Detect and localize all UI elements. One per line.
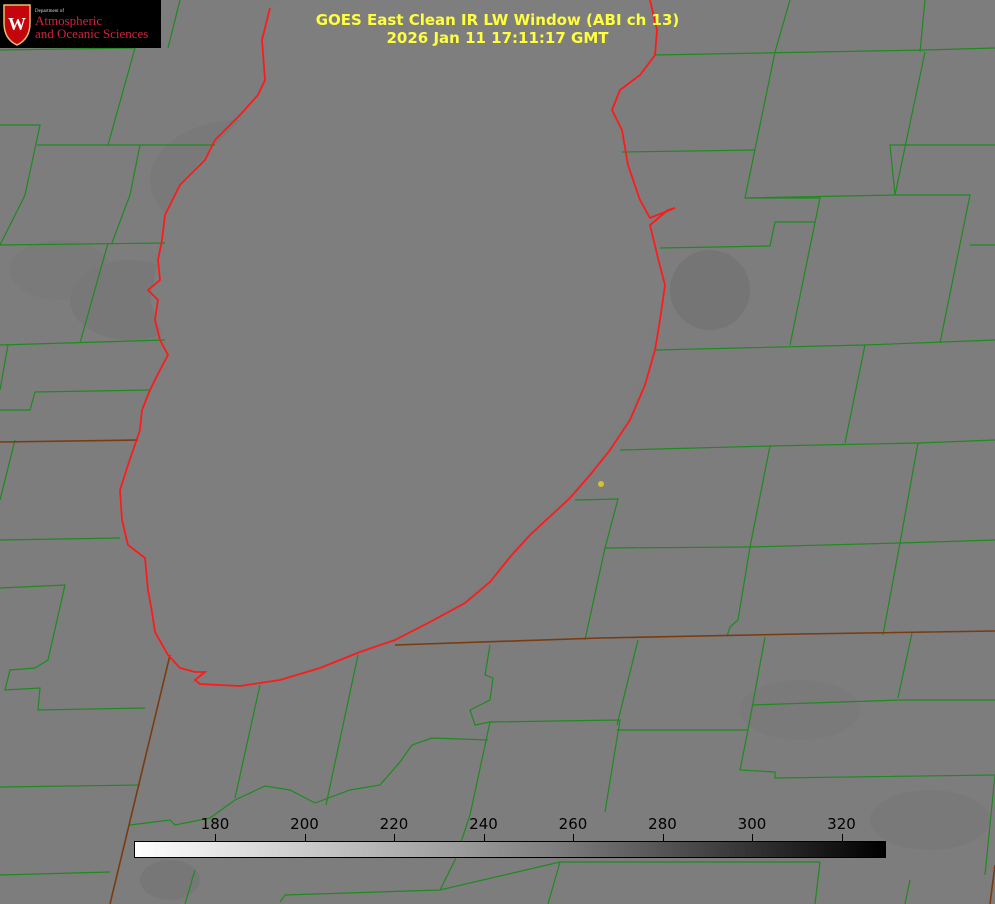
satellite-map [0, 0, 995, 904]
station-marker [598, 481, 604, 487]
colorbar-tick-mark [215, 834, 216, 841]
colorbar-tick-label: 260 [558, 815, 588, 833]
colorbar-tick-label: 180 [200, 815, 230, 833]
colorbar [134, 841, 886, 858]
colorbar-tick-mark [394, 834, 395, 841]
map-title: GOES East Clean IR LW Window (ABI ch 13) [315, 11, 680, 29]
colorbar-tick-label: 320 [827, 815, 856, 833]
colorbar-tick-mark [841, 834, 843, 841]
colorbar-tick-label: 200 [290, 815, 319, 833]
colorbar-tick-mark [483, 834, 485, 841]
colorbar-tick-label: 300 [737, 815, 767, 833]
colorbar-tick-label: 240 [469, 815, 498, 833]
map-timestamp: 2026 Jan 11 17:11:17 GMT [386, 29, 609, 47]
colorbar-tick-mark [304, 834, 306, 841]
colorbar-tick-mark [662, 834, 664, 841]
colorbar-tick-mark [573, 834, 574, 841]
colorbar-tick-label: 280 [648, 815, 677, 833]
colorbar-tick-label: 220 [379, 815, 409, 833]
colorbar-tick-mark [752, 834, 753, 841]
